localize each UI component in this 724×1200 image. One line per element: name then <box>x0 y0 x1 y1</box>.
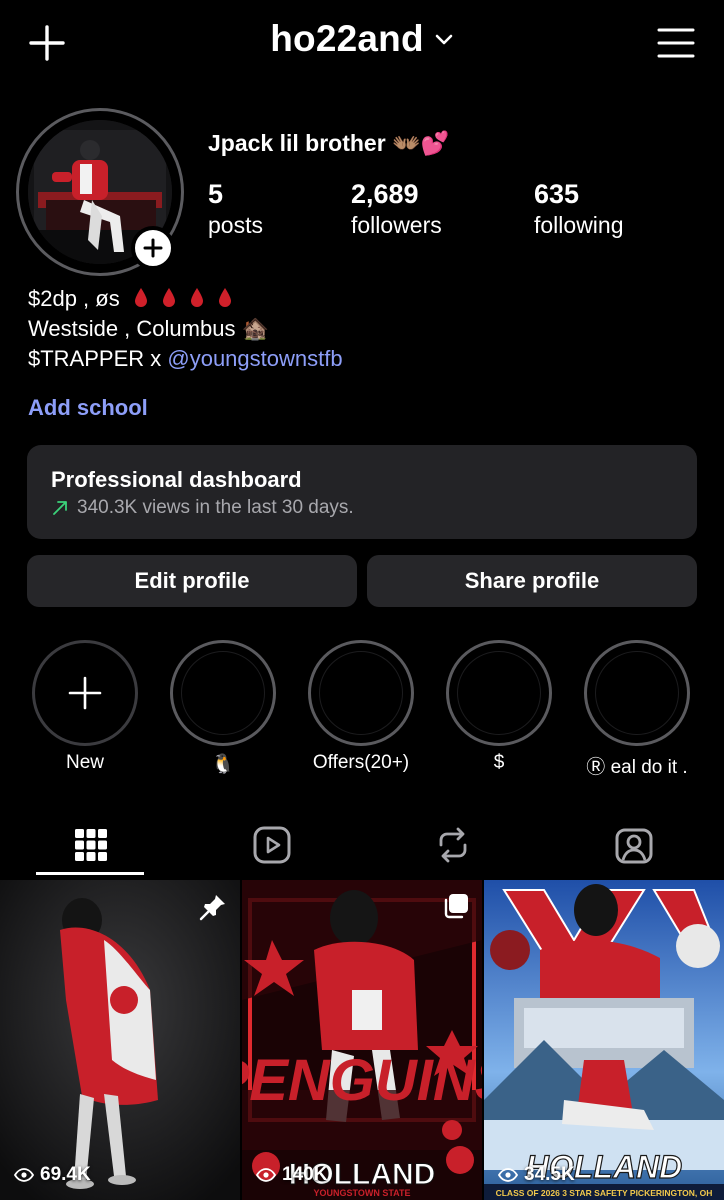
tab-posts-grid[interactable] <box>0 812 181 878</box>
highlight-cover <box>319 651 403 735</box>
blood-drop-icon <box>162 288 175 307</box>
plus-icon <box>143 238 163 258</box>
trend-arrow-icon <box>53 501 67 515</box>
active-tab-indicator <box>36 872 144 875</box>
display-name: Jpack lil brother 👐🏽💕 <box>208 130 450 156</box>
tab-reels[interactable] <box>181 812 362 878</box>
posts-grid: 69.4K PENGUINS HOLLAND YOUNGSTOWN STATE <box>0 880 724 1200</box>
post-tile[interactable]: 69.4K <box>0 880 240 1200</box>
posts-label: posts <box>208 212 263 238</box>
views-count: 69.4K <box>40 1164 91 1185</box>
post-image <box>0 880 240 1200</box>
blood-drop-icon <box>219 288 232 307</box>
post-views: 34.5K <box>498 1164 575 1186</box>
followers-label: followers <box>351 212 442 238</box>
dashboard-title: Professional dashboard <box>51 467 302 492</box>
highlight-cover <box>181 651 265 735</box>
plus-icon <box>68 676 102 710</box>
post-views: 140K <box>256 1164 327 1186</box>
blood-drop-icon <box>191 288 204 307</box>
reposts-icon <box>439 827 466 863</box>
eye-icon <box>14 1168 34 1182</box>
eye-icon <box>498 1168 518 1182</box>
eye-icon <box>256 1168 276 1182</box>
hamburger-menu-icon[interactable] <box>656 26 696 60</box>
highlight-cover <box>595 651 679 735</box>
followers-stat[interactable]: 2,689 followers <box>351 178 442 240</box>
grid-icon <box>74 829 107 861</box>
highlight-label: 🐧 <box>211 754 235 775</box>
multi-post-icon <box>444 894 468 919</box>
profile-tabs <box>0 812 724 878</box>
pin-icon <box>199 895 225 921</box>
professional-dashboard-card[interactable]: Professional dashboard 340.3K views in t… <box>27 445 697 539</box>
blood-drop-icon <box>134 288 147 307</box>
post-tile[interactable]: HOLLAND CLASS OF 2026 3 STAR SAFETY PICK… <box>484 880 724 1200</box>
chevron-down-icon <box>435 34 453 45</box>
posts-count: 5 <box>208 179 224 209</box>
highlight-label: Offers(20+) <box>312 752 410 773</box>
followers-count: 2,689 <box>351 179 419 209</box>
highlight-label: $ <box>493 752 505 773</box>
dashboard-subtitle: 340.3K views in the last 30 days. <box>51 497 354 519</box>
edit-profile-button[interactable]: Edit profile <box>27 555 357 607</box>
following-stat[interactable]: 635 following <box>534 178 624 240</box>
add-school-link[interactable]: Add school <box>28 395 148 421</box>
add-story-button[interactable] <box>131 226 175 270</box>
views-count: 34.5K <box>524 1164 575 1185</box>
post-image: PENGUINS HOLLAND YOUNGSTOWN STATE <box>242 880 482 1200</box>
bio-line-3: $TRAPPER x @youngstownstfb <box>28 344 343 374</box>
highlight-4[interactable] <box>446 640 552 746</box>
tab-reposts[interactable] <box>362 812 543 878</box>
bio-text: $2dp , øs <box>28 286 120 311</box>
tagged-icon <box>615 828 652 864</box>
share-profile-button[interactable]: Share profile <box>367 555 697 607</box>
bio-line-2: Westside , Columbus 🏚️ <box>28 316 269 341</box>
highlight-label: New <box>65 752 104 773</box>
highlight-2[interactable] <box>170 640 276 746</box>
top-bar: ho22and <box>0 0 724 86</box>
new-highlight-button[interactable] <box>32 640 138 746</box>
username: ho22and <box>270 18 424 59</box>
bio-line-1: $2dp , øs <box>28 284 232 314</box>
following-label: following <box>534 212 624 238</box>
bio-text: $TRAPPER x <box>28 346 168 371</box>
post-caption: CLASS OF 2026 3 STAR SAFETY PICKERINGTON… <box>496 1188 713 1198</box>
account-switcher[interactable]: ho22and <box>0 18 724 60</box>
following-count: 635 <box>534 179 580 209</box>
svg-text:PENGUINS: PENGUINS <box>242 1048 482 1113</box>
posts-stat[interactable]: 5 posts <box>208 178 263 240</box>
tab-tagged[interactable] <box>543 812 724 878</box>
highlight-cover <box>457 651 541 735</box>
mention-link[interactable]: @youngstownstfb <box>167 346 342 371</box>
post-caption: YOUNGSTOWN STATE <box>313 1188 410 1198</box>
dashboard-views-text: 340.3K views in the last 30 days. <box>77 497 354 518</box>
views-count: 140K <box>282 1164 328 1185</box>
highlight-5[interactable] <box>584 640 690 746</box>
post-tile[interactable]: PENGUINS HOLLAND YOUNGSTOWN STATE 140K <box>242 880 482 1200</box>
post-views: 69.4K <box>14 1164 91 1186</box>
reels-icon <box>253 826 290 864</box>
highlight-label: Ⓡ eal do it . <box>586 757 688 778</box>
post-image: HOLLAND CLASS OF 2026 3 STAR SAFETY PICK… <box>484 880 724 1200</box>
highlight-3[interactable] <box>308 640 414 746</box>
